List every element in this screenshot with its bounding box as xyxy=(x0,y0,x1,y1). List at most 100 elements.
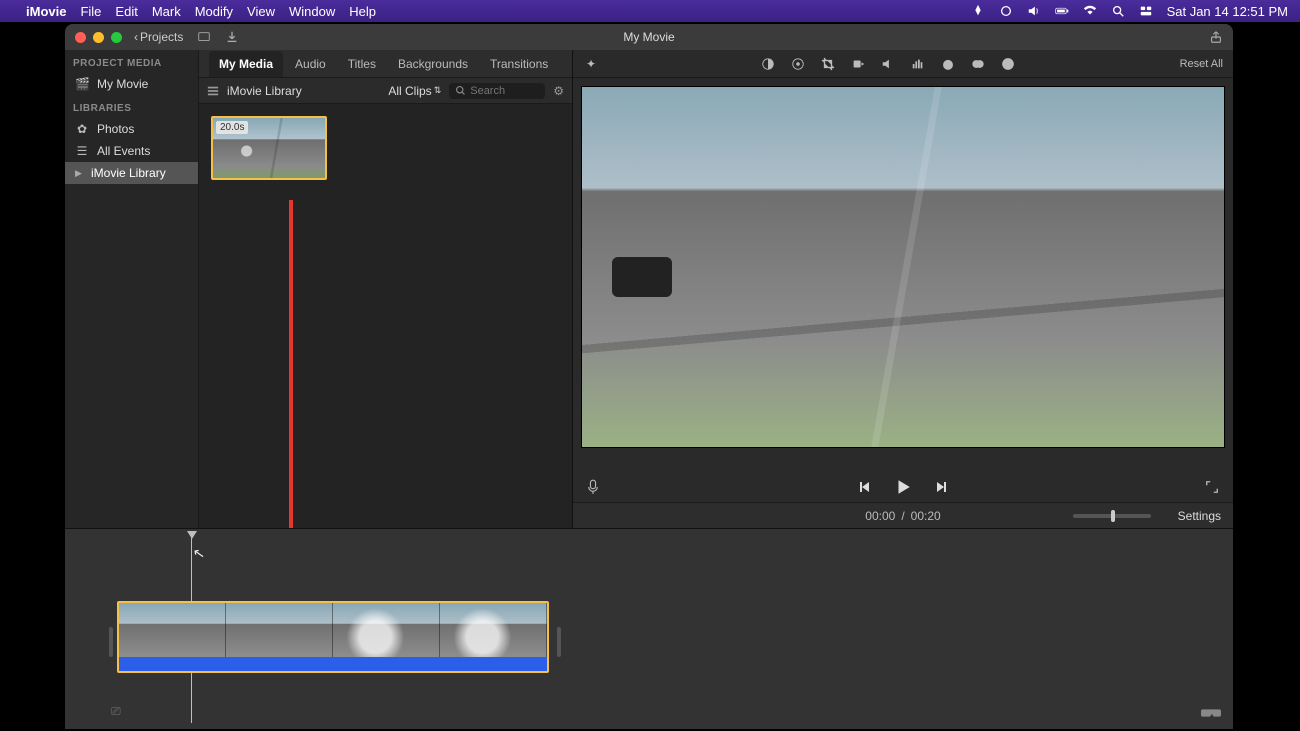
filter-label: All Clips xyxy=(388,84,431,98)
window-titlebar: ‹ Projects My Movie xyxy=(65,24,1233,50)
menu-window[interactable]: Window xyxy=(289,4,335,19)
play-button[interactable] xyxy=(894,478,912,496)
clip-filter-dropdown[interactable]: All Clips ⇅ xyxy=(388,84,441,98)
trim-handle-left[interactable] xyxy=(109,627,113,657)
timeline-track xyxy=(65,601,1219,677)
timeline-options-icon[interactable]: ⎚ xyxy=(111,704,121,719)
vr-icon[interactable] xyxy=(1201,707,1221,719)
control-center-icon[interactable] xyxy=(1139,4,1153,18)
window-title: My Movie xyxy=(65,30,1233,44)
tab-titles[interactable]: Titles xyxy=(338,51,386,77)
clip-audio-waveform xyxy=(119,657,547,671)
tab-transitions[interactable]: Transitions xyxy=(480,51,558,77)
auto-enhance-icon[interactable]: ✦ xyxy=(583,57,599,71)
spotlight-icon[interactable] xyxy=(1111,4,1125,18)
tab-my-media[interactable]: My Media xyxy=(209,51,283,77)
prev-frame-button[interactable] xyxy=(856,479,872,495)
media-clip-thumbnail[interactable]: 20.0s xyxy=(211,116,327,180)
next-frame-button[interactable] xyxy=(934,479,950,495)
menu-modify[interactable]: Modify xyxy=(195,4,233,19)
menu-edit[interactable]: Edit xyxy=(115,4,137,19)
fullscreen-icon[interactable] xyxy=(1205,480,1219,494)
window-close-button[interactable] xyxy=(75,32,86,43)
chevron-left-icon: ‹ xyxy=(134,30,138,44)
volume-icon[interactable] xyxy=(1027,4,1041,18)
menu-view[interactable]: View xyxy=(247,4,275,19)
clips-area: 20.0s xyxy=(199,104,572,528)
stabilize-icon[interactable] xyxy=(851,57,867,71)
reset-all-button[interactable]: Reset All xyxy=(1180,58,1223,70)
total-time: 00:20 xyxy=(911,509,941,523)
list-view-icon[interactable] xyxy=(207,85,219,97)
menu-mark[interactable]: Mark xyxy=(152,4,181,19)
annotation-arrow-icon xyxy=(289,200,293,550)
adjustments-toolbar: ✦ Reset All xyxy=(573,50,1233,78)
sidebar-item-label: Photos xyxy=(97,122,134,136)
sidebar-item-label: iMovie Library xyxy=(91,166,166,180)
time-display-row: 00:00 / 00:20 Settings xyxy=(573,502,1233,528)
window-zoom-button[interactable] xyxy=(111,32,122,43)
speed-icon[interactable] xyxy=(941,57,957,71)
crop-icon[interactable] xyxy=(821,57,837,71)
battery-icon[interactable] xyxy=(1055,4,1069,18)
sidebar-item-photos[interactable]: ✿ Photos xyxy=(65,118,198,140)
import-download-icon[interactable] xyxy=(225,30,239,44)
media-browser: My Media Audio Titles Backgrounds Transi… xyxy=(199,50,573,528)
color-balance-icon[interactable] xyxy=(761,57,777,71)
back-to-projects-button[interactable]: ‹ Projects xyxy=(134,30,183,44)
search-icon xyxy=(455,85,466,96)
info-icon[interactable] xyxy=(1001,57,1017,71)
imovie-window: ‹ Projects My Movie PROJECT MEDIA 🎬 My M… xyxy=(65,24,1233,729)
menu-extra-circle-icon[interactable] xyxy=(999,4,1013,18)
search-field[interactable] xyxy=(449,83,545,99)
wifi-icon[interactable] xyxy=(1083,4,1097,18)
cursor-icon: ↖ xyxy=(192,544,207,563)
menu-extra-icon[interactable] xyxy=(971,4,985,18)
color-correct-icon[interactable] xyxy=(791,57,807,71)
sidebar-section-project: PROJECT MEDIA xyxy=(65,50,198,73)
sidebar-item-label: All Events xyxy=(97,144,150,158)
browser-header: iMovie Library All Clips ⇅ ⚙ xyxy=(199,78,572,104)
movie-icon: 🎬 xyxy=(75,77,89,91)
search-input[interactable] xyxy=(470,85,530,97)
trim-handle-right[interactable] xyxy=(557,627,561,657)
filter-icon[interactable] xyxy=(971,57,987,71)
back-label: Projects xyxy=(140,30,183,44)
menu-file[interactable]: File xyxy=(80,4,101,19)
volume-adjust-icon[interactable] xyxy=(881,57,897,71)
tab-audio[interactable]: Audio xyxy=(285,51,336,77)
library-name-label: iMovie Library xyxy=(227,84,302,98)
time-separator: / xyxy=(901,509,904,523)
sidebar: PROJECT MEDIA 🎬 My Movie LIBRARIES ✿ Pho… xyxy=(65,50,199,528)
window-minimize-button[interactable] xyxy=(93,32,104,43)
preview-frame[interactable] xyxy=(581,86,1225,448)
voiceover-mic-icon[interactable] xyxy=(587,479,599,495)
zoom-slider[interactable] xyxy=(1073,514,1151,518)
tab-backgrounds[interactable]: Backgrounds xyxy=(388,51,478,77)
equalizer-icon[interactable] xyxy=(911,57,927,71)
chevron-right-icon: ▶ xyxy=(75,168,83,179)
timeline-settings-button[interactable]: Settings xyxy=(1178,509,1221,523)
clip-duration-badge: 20.0s xyxy=(216,121,248,134)
browser-tabs: My Media Audio Titles Backgrounds Transi… xyxy=(199,50,572,78)
timeline[interactable]: ↖ ⎚ xyxy=(65,528,1233,729)
photos-icon: ✿ xyxy=(75,122,89,136)
sidebar-item-imovie-library[interactable]: ▶ iMovie Library xyxy=(65,162,198,184)
macos-menubar: iMovie File Edit Mark Modify View Window… xyxy=(0,0,1300,22)
timeline-clip[interactable] xyxy=(117,601,549,673)
sidebar-project-item[interactable]: 🎬 My Movie xyxy=(65,73,198,95)
menu-help[interactable]: Help xyxy=(349,4,376,19)
viewer xyxy=(573,78,1233,472)
import-tool-icon[interactable] xyxy=(197,30,211,44)
sidebar-item-all-events[interactable]: ☰ All Events xyxy=(65,140,198,162)
app-menu[interactable]: iMovie xyxy=(26,4,66,19)
menubar-clock[interactable]: Sat Jan 14 12:51 PM xyxy=(1167,4,1288,19)
playback-controls xyxy=(573,472,1233,502)
sidebar-project-label: My Movie xyxy=(97,77,148,91)
preview-panel: ✦ Reset All xyxy=(573,50,1233,528)
sidebar-section-libraries: LIBRARIES xyxy=(65,95,198,118)
calendar-icon: ☰ xyxy=(75,144,89,158)
browser-settings-icon[interactable]: ⚙ xyxy=(553,84,564,98)
share-icon[interactable] xyxy=(1209,30,1223,44)
updown-icon: ⇅ xyxy=(434,85,442,96)
